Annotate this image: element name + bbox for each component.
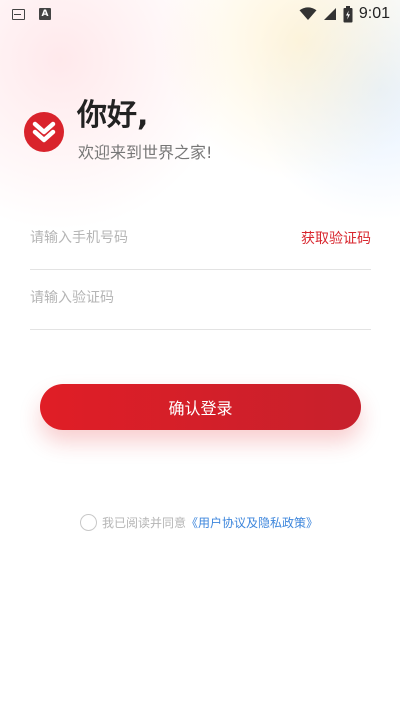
welcome-subtitle: 欢迎来到世界之家! [78,143,213,162]
agreement-checkbox[interactable] [80,514,97,531]
status-bar: A 9:01 [0,0,400,28]
status-left: A [12,8,51,20]
login-screen: A 9:01 你好, 欢迎来到世界之家! 获取验证码 确认登录 [0,0,400,710]
verification-code-input[interactable] [30,289,250,310]
agreement-text: 我已阅读并同意 [102,516,187,530]
status-right: 9:01 [299,5,390,23]
phone-field-row: 获取验证码 [30,210,371,270]
code-field-row [30,270,371,330]
agreement-row: 我已阅读并同意 《用户协议及隐私政策》 [80,514,318,531]
a-icon: A [39,8,51,20]
status-time: 9:01 [358,5,390,22]
wifi-icon [299,7,317,20]
greeting-title: 你好, [77,98,149,133]
get-code-button[interactable]: 获取验证码 [301,228,371,252]
battery-charging-icon [343,5,353,22]
app-logo-icon [24,112,64,152]
policy-link[interactable]: 《用户协议及隐私政策》 [186,514,318,531]
login-button[interactable]: 确认登录 [40,384,361,430]
image-icon [12,8,25,20]
signal-icon [323,8,336,20]
phone-input[interactable] [30,229,250,250]
